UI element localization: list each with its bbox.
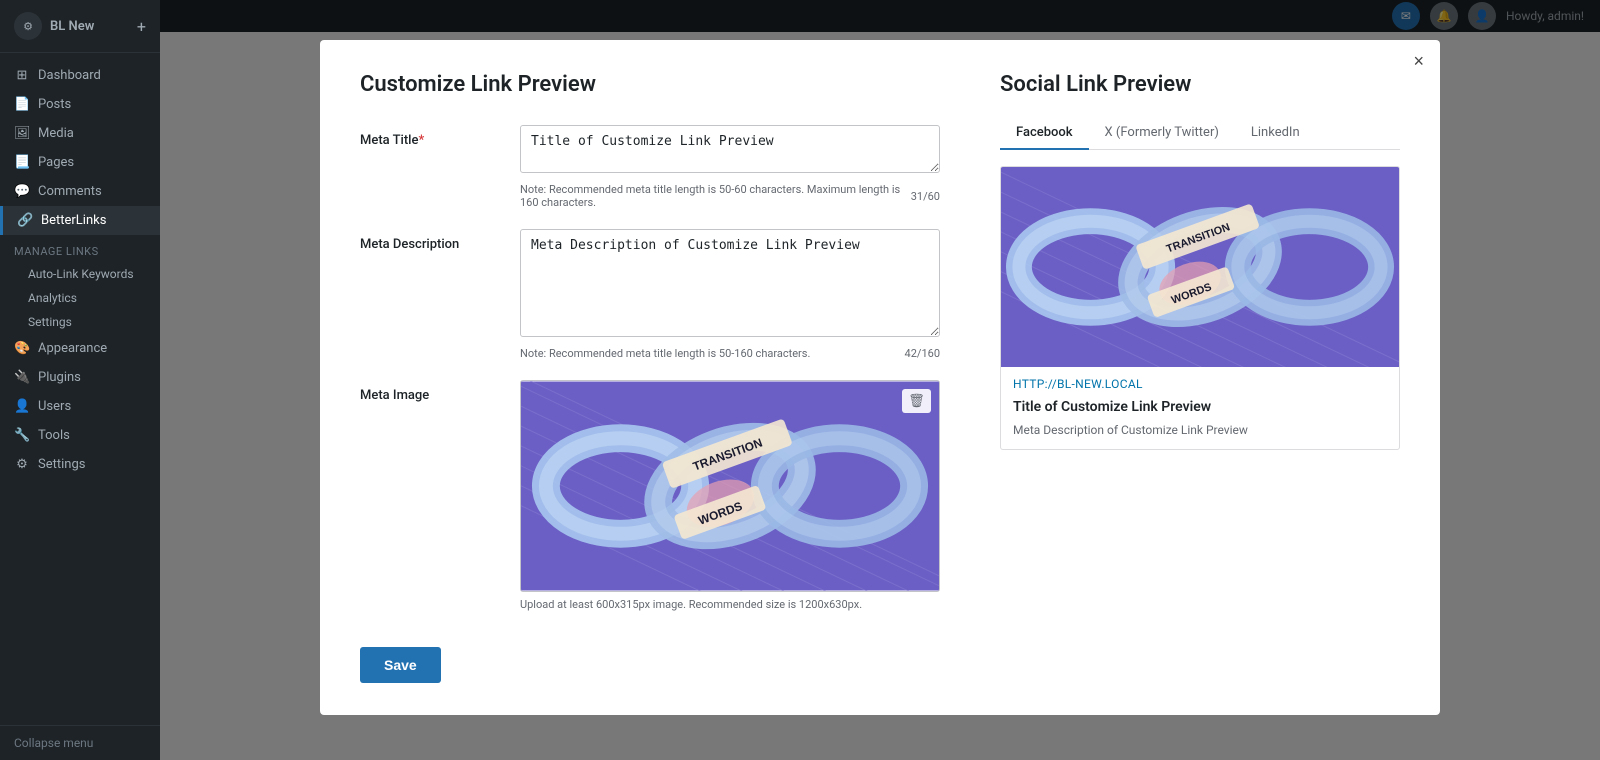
manage-links-label: Manage Links bbox=[0, 235, 160, 262]
meta-description-note: Note: Recommended meta title length is 5… bbox=[520, 347, 940, 360]
modal-close-button[interactable]: × bbox=[1413, 52, 1424, 70]
sidebar-item-settings-bottom[interactable]: ⚙ Settings bbox=[0, 450, 160, 479]
sidebar-label-plugins: Plugins bbox=[38, 370, 81, 385]
meta-image-svg: TRANSITION WORDS bbox=[521, 381, 939, 591]
meta-title-label: Meta Title* bbox=[360, 125, 500, 148]
sidebar-label-comments: Comments bbox=[38, 184, 102, 199]
meta-image-area: TRANSITION WORDS 🗑 bbox=[520, 380, 940, 611]
sidebar-item-pages[interactable]: 📃 Pages bbox=[0, 148, 160, 177]
tab-linkedin[interactable]: LinkedIn bbox=[1235, 117, 1316, 150]
meta-title-field: Title of Customize Link Preview Note: Re… bbox=[520, 125, 940, 209]
modal-body: Customize Link Preview Meta Title* Title… bbox=[320, 40, 1440, 715]
sidebar-label-betterlinks: BetterLinks bbox=[41, 213, 106, 228]
comments-icon: 💬 bbox=[14, 184, 30, 199]
posts-icon: 📄 bbox=[14, 97, 30, 112]
sidebar-label-tools: Tools bbox=[38, 428, 70, 443]
preview-chain-svg: TRANSITION WORDS bbox=[1001, 167, 1399, 367]
collapse-menu-button[interactable]: Collapse menu bbox=[0, 725, 160, 760]
modal-left-title: Customize Link Preview bbox=[360, 72, 940, 97]
sidebar-item-media[interactable]: 🖼 Media bbox=[0, 119, 160, 148]
sidebar-label-appearance: Appearance bbox=[38, 341, 107, 356]
sidebar-item-settings[interactable]: Settings bbox=[0, 310, 160, 334]
sidebar-item-posts[interactable]: 📄 Posts bbox=[0, 90, 160, 119]
sidebar-label-settings: Settings bbox=[38, 457, 85, 472]
meta-image-delete-button[interactable]: 🗑 bbox=[902, 389, 931, 413]
meta-image-container[interactable]: TRANSITION WORDS 🗑 bbox=[520, 380, 940, 592]
sidebar-item-users[interactable]: 👤 Users bbox=[0, 392, 160, 421]
preview-image: TRANSITION WORDS bbox=[1001, 167, 1399, 367]
media-icon: 🖼 bbox=[14, 126, 30, 141]
tab-twitter[interactable]: X (Formerly Twitter) bbox=[1089, 117, 1235, 150]
social-preview-title: Social Link Preview bbox=[1000, 72, 1400, 97]
meta-description-field: Meta Description of Customize Link Previ… bbox=[520, 229, 940, 360]
meta-image-row: Meta Image bbox=[360, 380, 940, 611]
sidebar-item-plugins[interactable]: 🔌 Plugins bbox=[0, 363, 160, 392]
sidebar-site-name: BL New bbox=[50, 19, 94, 34]
sidebar-label-media: Media bbox=[38, 126, 74, 141]
tab-facebook[interactable]: Facebook bbox=[1000, 117, 1089, 150]
betterlinks-icon: 🔗 bbox=[17, 213, 33, 228]
pages-icon: 📃 bbox=[14, 155, 30, 170]
meta-title-input[interactable]: Title of Customize Link Preview bbox=[520, 125, 940, 173]
sidebar-label-dashboard: Dashboard bbox=[38, 68, 101, 83]
meta-title-note: Note: Recommended meta title length is 5… bbox=[520, 183, 940, 209]
main-content: ✉ 🔔 👤 Howdy, admin! × Customize Link Pre… bbox=[160, 0, 1600, 760]
sidebar-label-posts: Posts bbox=[38, 97, 71, 112]
plugins-icon: 🔌 bbox=[14, 370, 30, 385]
tools-icon: 🔧 bbox=[14, 428, 30, 443]
sidebar-item-auto-link[interactable]: Auto-Link Keywords bbox=[0, 262, 160, 286]
sidebar-item-tools[interactable]: 🔧 Tools bbox=[0, 421, 160, 450]
sidebar-label-users: Users bbox=[38, 399, 71, 414]
sidebar-add-icon[interactable]: + bbox=[137, 17, 146, 36]
social-tabs: Facebook X (Formerly Twitter) LinkedIn bbox=[1000, 117, 1400, 150]
trash-icon: 🗑 bbox=[908, 393, 925, 408]
left-panel: Customize Link Preview Meta Title* Title… bbox=[360, 72, 940, 683]
modal-overlay: × Customize Link Preview Meta Title* Tit… bbox=[160, 0, 1600, 760]
modal-dialog: × Customize Link Preview Meta Title* Tit… bbox=[320, 40, 1440, 715]
sidebar: ⚙ BL New + ⊞ Dashboard 📄 Posts 🖼 Media 📃 bbox=[0, 0, 160, 760]
meta-description-input[interactable]: Meta Description of Customize Link Previ… bbox=[520, 229, 940, 337]
save-button[interactable]: Save bbox=[360, 647, 441, 683]
meta-image-note: Upload at least 600x315px image. Recomme… bbox=[520, 598, 940, 611]
sidebar-menu: ⊞ Dashboard 📄 Posts 🖼 Media 📃 Pages � bbox=[0, 53, 160, 725]
meta-description-row: Meta Description Meta Description of Cus… bbox=[360, 229, 940, 360]
preview-card-title: Title of Customize Link Preview bbox=[1001, 395, 1399, 419]
required-asterisk: * bbox=[418, 133, 424, 148]
sidebar-item-dashboard[interactable]: ⊞ Dashboard bbox=[0, 61, 160, 90]
sidebar-item-analytics[interactable]: Analytics bbox=[0, 286, 160, 310]
settings-icon: ⚙ bbox=[14, 457, 30, 472]
users-icon: 👤 bbox=[14, 399, 30, 414]
sidebar-item-comments[interactable]: 💬 Comments bbox=[0, 177, 160, 206]
dashboard-icon: ⊞ bbox=[14, 68, 30, 83]
sidebar-item-betterlinks[interactable]: 🔗 BetterLinks bbox=[0, 206, 160, 235]
social-preview-card: TRANSITION WORDS HTTP://BL-NEW.LOCAL Tit… bbox=[1000, 166, 1400, 450]
preview-card-description: Meta Description of Customize Link Previ… bbox=[1001, 419, 1399, 449]
sidebar-header: ⚙ BL New + bbox=[0, 0, 160, 53]
meta-title-row: Meta Title* Title of Customize Link Prev… bbox=[360, 125, 940, 209]
right-panel: Social Link Preview Facebook X (Formerly… bbox=[1000, 72, 1400, 683]
sidebar-logo: ⚙ bbox=[14, 12, 42, 40]
appearance-icon: 🎨 bbox=[14, 341, 30, 356]
preview-url: HTTP://BL-NEW.LOCAL bbox=[1001, 367, 1399, 395]
sidebar-label-pages: Pages bbox=[38, 155, 74, 170]
meta-description-label: Meta Description bbox=[360, 229, 500, 252]
sidebar-item-appearance[interactable]: 🎨 Appearance bbox=[0, 334, 160, 363]
meta-image-label: Meta Image bbox=[360, 380, 500, 403]
